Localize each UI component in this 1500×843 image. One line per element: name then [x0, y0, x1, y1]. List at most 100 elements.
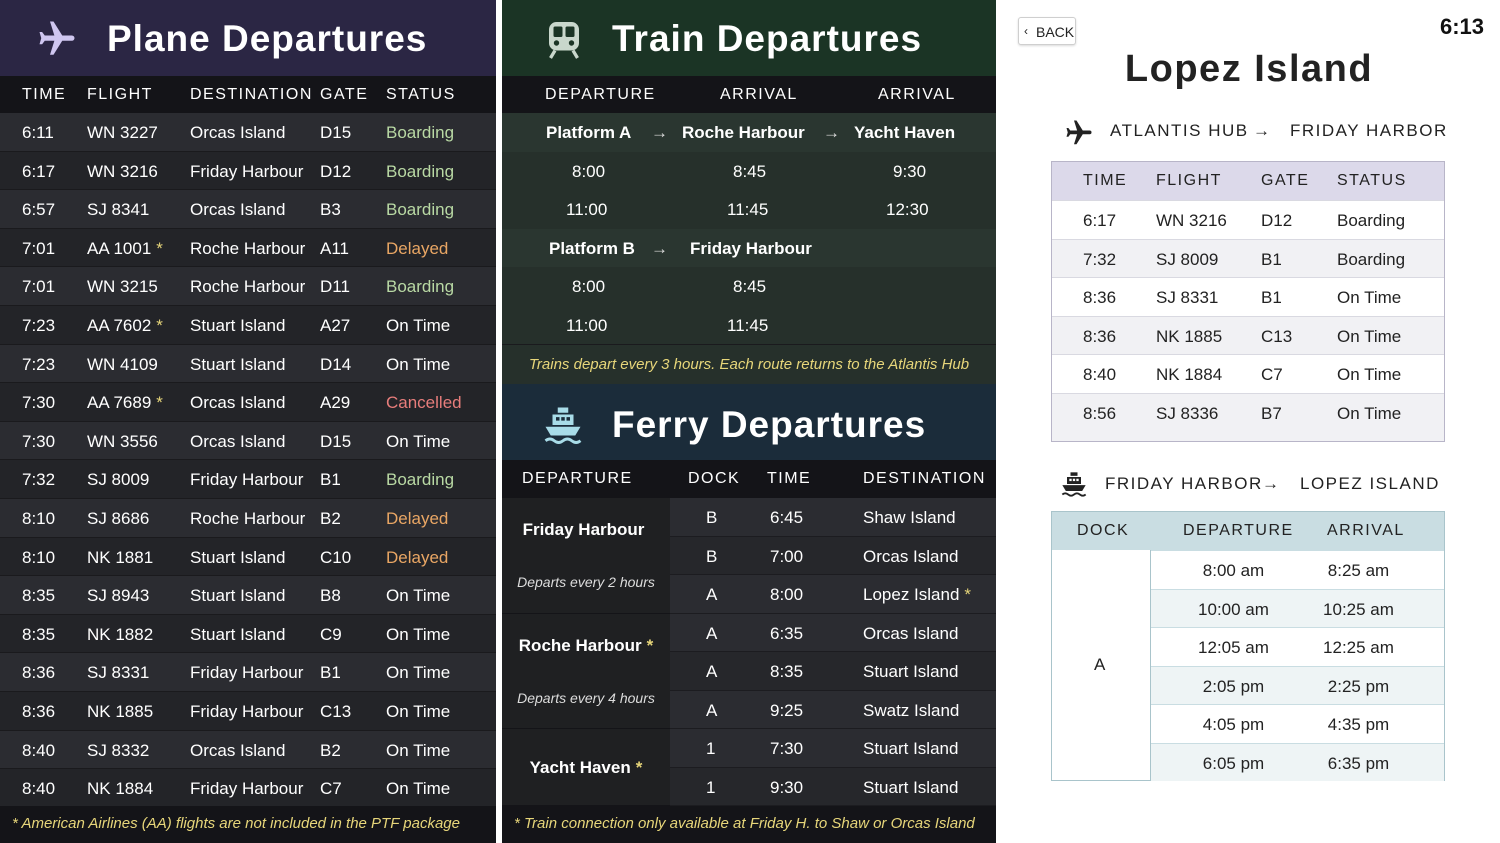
flight-destination: Friday Harbour — [190, 161, 304, 181]
flight-number-text: SJ 8331 — [87, 663, 150, 683]
ferry-dock: A — [706, 700, 718, 720]
flight-row[interactable]: 6:17 WN 3216 D12 Boarding — [1052, 200, 1444, 239]
flight-time: 8:10 — [22, 547, 56, 567]
ferry-row[interactable]: 1 7:30 Stuart Island — [670, 729, 996, 768]
flight-status: Boarding — [1337, 249, 1406, 269]
flight-gate: B1 — [320, 470, 341, 490]
ferry-route-to: LOPEZ ISLAND — [1300, 474, 1440, 493]
ferry-header: Ferry Departures — [502, 384, 996, 460]
flight-row[interactable]: 7:01 AA 1001 * Roche Harbour A11 Delayed — [0, 228, 496, 268]
ferry-row[interactable]: 1 9:30 Stuart Island — [670, 767, 996, 807]
ferry-destination: Orcas Island — [863, 547, 963, 567]
flight-time: 8:36 — [1083, 326, 1117, 346]
flight-row[interactable]: 6:57 SJ 8341 Orcas Island B3 Boarding — [0, 190, 496, 229]
flight-gate: A11 — [320, 238, 349, 258]
col-arrival: ARRIVAL — [1327, 522, 1405, 539]
route-b-header-row: Platform B → Friday Harbour — [502, 228, 996, 267]
col-destination: DESTINATION — [190, 86, 313, 103]
flight-time: 8:40 — [22, 779, 56, 799]
flight-row[interactable]: 8:36 SJ 8331 Friday Harbour B1 On Time — [0, 653, 496, 692]
flight-row[interactable]: 6:17 WN 3216 Friday Harbour D12 Boarding — [0, 151, 496, 191]
ferry-row[interactable]: 6:05 pm 6:35 pm — [1151, 742, 1444, 781]
flight-row[interactable]: 7:23 AA 7602 * Stuart Island A27 On Time — [0, 305, 496, 345]
ferry-row[interactable]: A 9:25 Swatz Island — [670, 690, 996, 730]
col-arrival-1: ARRIVAL — [720, 86, 798, 103]
ferry-row[interactable]: 4:05 pm 4:35 pm — [1151, 704, 1444, 743]
flight-row[interactable]: 8:35 SJ 8943 Stuart Island B8 On Time — [0, 576, 496, 615]
flight-number-text: AA 7689 — [87, 393, 152, 413]
train-time-row: 11:00 11:45 — [502, 305, 996, 344]
route-b-to: Friday Harbour — [690, 238, 812, 258]
flight-gate: C13 — [1261, 326, 1293, 346]
plane-title: Plane Departures — [107, 18, 428, 59]
flight-time: 7:32 — [1083, 249, 1117, 269]
flight-row[interactable]: 8:36 NK 1885 Friday Harbour C13 On Time — [0, 691, 496, 731]
train-title: Train Departures — [612, 18, 923, 59]
ferry-departure: 4:05 pm — [1202, 715, 1265, 734]
flight-gate: D15 — [320, 431, 352, 451]
ferry-row[interactable]: B 7:00 Orcas Island — [670, 536, 996, 576]
back-button[interactable]: ‹ BACK — [1018, 17, 1076, 45]
flight-gate: C10 — [320, 547, 352, 567]
ferry-row[interactable]: 2:05 pm 2:25 pm — [1151, 665, 1444, 704]
destination-detail-panel: ‹ BACK 6:13 Lopez Island ATLANTIS HUB → … — [998, 0, 1500, 843]
ferry-row[interactable]: B 6:45 Shaw Island — [670, 498, 996, 537]
flight-gate: D11 — [320, 277, 350, 297]
train-arrival-time: 8:45 — [733, 277, 767, 296]
flight-row[interactable]: 8:40 NK 1884 C7 On Time — [1052, 354, 1444, 393]
ferry-table: DOCK DEPARTURE ARRIVAL A 8:00 am 8:25 am 1… — [1051, 511, 1445, 781]
ferry-dock: B — [706, 546, 718, 566]
flight-row[interactable]: 7:23 WN 4109 Stuart Island D14 On Time — [0, 344, 496, 384]
flight-row[interactable]: 7:30 AA 7689 * Orcas Island A29 Cancelled — [0, 383, 496, 422]
flight-row[interactable]: 8:36 SJ 8331 B1 On Time — [1052, 277, 1444, 316]
ferry-origin-label: Roche Harbour — [518, 635, 642, 655]
flight-number: SJ 8009 — [1156, 249, 1219, 269]
ship-icon — [544, 407, 582, 444]
flight-row[interactable]: 8:35 NK 1882 Stuart Island C9 On Time — [0, 614, 496, 654]
flight-row[interactable]: 7:30 WN 3556 Orcas Island D15 On Time — [0, 421, 496, 461]
flight-time: 8:36 — [22, 701, 56, 721]
route-b-from: Platform B — [549, 238, 635, 258]
flight-number-text: NK 1884 — [87, 779, 154, 799]
ferry-time: 9:25 — [770, 700, 804, 720]
flight-number-text: SJ 8686 — [87, 508, 150, 528]
flight-row[interactable]: 8:10 SJ 8686 Roche Harbour B2 Delayed — [0, 498, 496, 538]
route-a-header-row: Platform A → Roche Harbour → Yacht Haven — [502, 113, 996, 152]
ferry-row[interactable]: A 8:00 Lopez Island * — [670, 575, 996, 614]
train-route-b: Platform B → Friday Harbour 8:00 8:45 11… — [502, 228, 996, 344]
flight-gate: C9 — [320, 624, 342, 644]
footnote-star: * — [156, 393, 163, 413]
ferry-row[interactable]: A 6:35 Orcas Island — [670, 613, 996, 653]
ferry-rows: Friday Harbour Departs every 2 hours B 6:45… — [502, 498, 996, 807]
col-flight: FLIGHT — [87, 86, 153, 103]
flight-row[interactable]: 7:01 WN 3215 Roche Harbour D11 Boarding — [0, 267, 496, 306]
col-status: STATUS — [386, 86, 456, 103]
ferry-row[interactable]: A 8:35 Stuart Island — [670, 652, 996, 691]
ferry-row[interactable]: 10:00 am 10:25 am — [1151, 588, 1444, 627]
flight-row[interactable]: 8:10 NK 1881 Stuart Island C10 Delayed — [0, 537, 496, 577]
flight-destination: Friday Harbour — [190, 779, 304, 799]
flight-row[interactable]: 7:32 SJ 8009 Friday Harbour B1 Boarding — [0, 460, 496, 499]
ferry-row[interactable]: 8:00 am 8:25 am — [1151, 550, 1444, 589]
flight-row[interactable]: 8:40 SJ 8332 Orcas Island B2 On Time — [0, 730, 496, 770]
flight-destination: Roche Harbour — [190, 277, 306, 297]
flight-number: WN 3216 — [87, 162, 163, 182]
col-destination: DESTINATION — [863, 470, 986, 487]
flight-row[interactable]: 6:11 WN 3227 Orcas Island D15 Boarding — [0, 113, 496, 152]
col-departure: DEPARTURE — [1183, 522, 1294, 539]
flight-gate: D15 — [320, 123, 352, 142]
ferry-arrival: 8:25 am — [1327, 561, 1390, 580]
flight-row[interactable]: 8:56 SJ 8336 B7 On Time — [1052, 392, 1444, 431]
status-badge: Delayed — [386, 508, 449, 528]
ferry-arrival: 12:25 am — [1323, 638, 1394, 657]
flight-number-text: WN 3215 — [87, 277, 158, 297]
flight-row[interactable]: 8:36 NK 1885 C13 On Time — [1052, 315, 1444, 354]
ferry-origin: Yacht Haven * — [502, 729, 670, 806]
status-badge: Boarding — [386, 470, 455, 490]
flight-row[interactable]: 7:32 SJ 8009 B1 Boarding — [1052, 238, 1444, 277]
ferry-row[interactable]: 12:05 am 12:25 am — [1151, 627, 1444, 666]
train-note-text: Trains depart every 3 hours. Each route … — [528, 356, 970, 373]
flight-number-text: WN 3216 — [87, 161, 158, 181]
flight-row[interactable]: 8:40 NK 1884 Friday Harbour C7 On Time — [0, 769, 496, 808]
status-badge: On Time — [386, 586, 451, 606]
